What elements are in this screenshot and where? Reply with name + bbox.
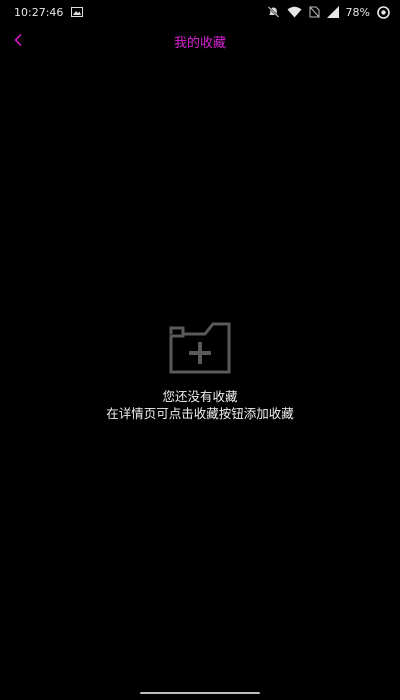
- signal-icon: [326, 6, 339, 18]
- status-time: 10:27:46: [14, 5, 64, 19]
- empty-message-line1: 您还没有收藏: [162, 389, 238, 404]
- wifi-icon: [287, 6, 302, 18]
- home-indicator[interactable]: [140, 692, 260, 694]
- sim-icon: [309, 6, 320, 18]
- empty-state: 您还没有收藏 在详情页可点击收藏按钮添加收藏: [0, 320, 400, 422]
- status-bar: 10:27:46 78%: [0, 0, 400, 24]
- folder-add-icon: [169, 322, 231, 374]
- image-icon: [71, 7, 84, 17]
- status-left: 10:27:46: [14, 5, 84, 19]
- battery-text: 78%: [345, 5, 370, 19]
- empty-message: 您还没有收藏 在详情页可点击收藏按钮添加收藏: [0, 388, 400, 422]
- page-title: 我的收藏: [173, 36, 226, 51]
- empty-message-line2: 在详情页可点击收藏按钮添加收藏: [106, 406, 294, 421]
- mute-icon: [267, 6, 280, 18]
- status-right: 78%: [267, 6, 390, 19]
- title-bar: 我的收藏: [0, 26, 400, 56]
- eye-icon: [377, 5, 390, 19]
